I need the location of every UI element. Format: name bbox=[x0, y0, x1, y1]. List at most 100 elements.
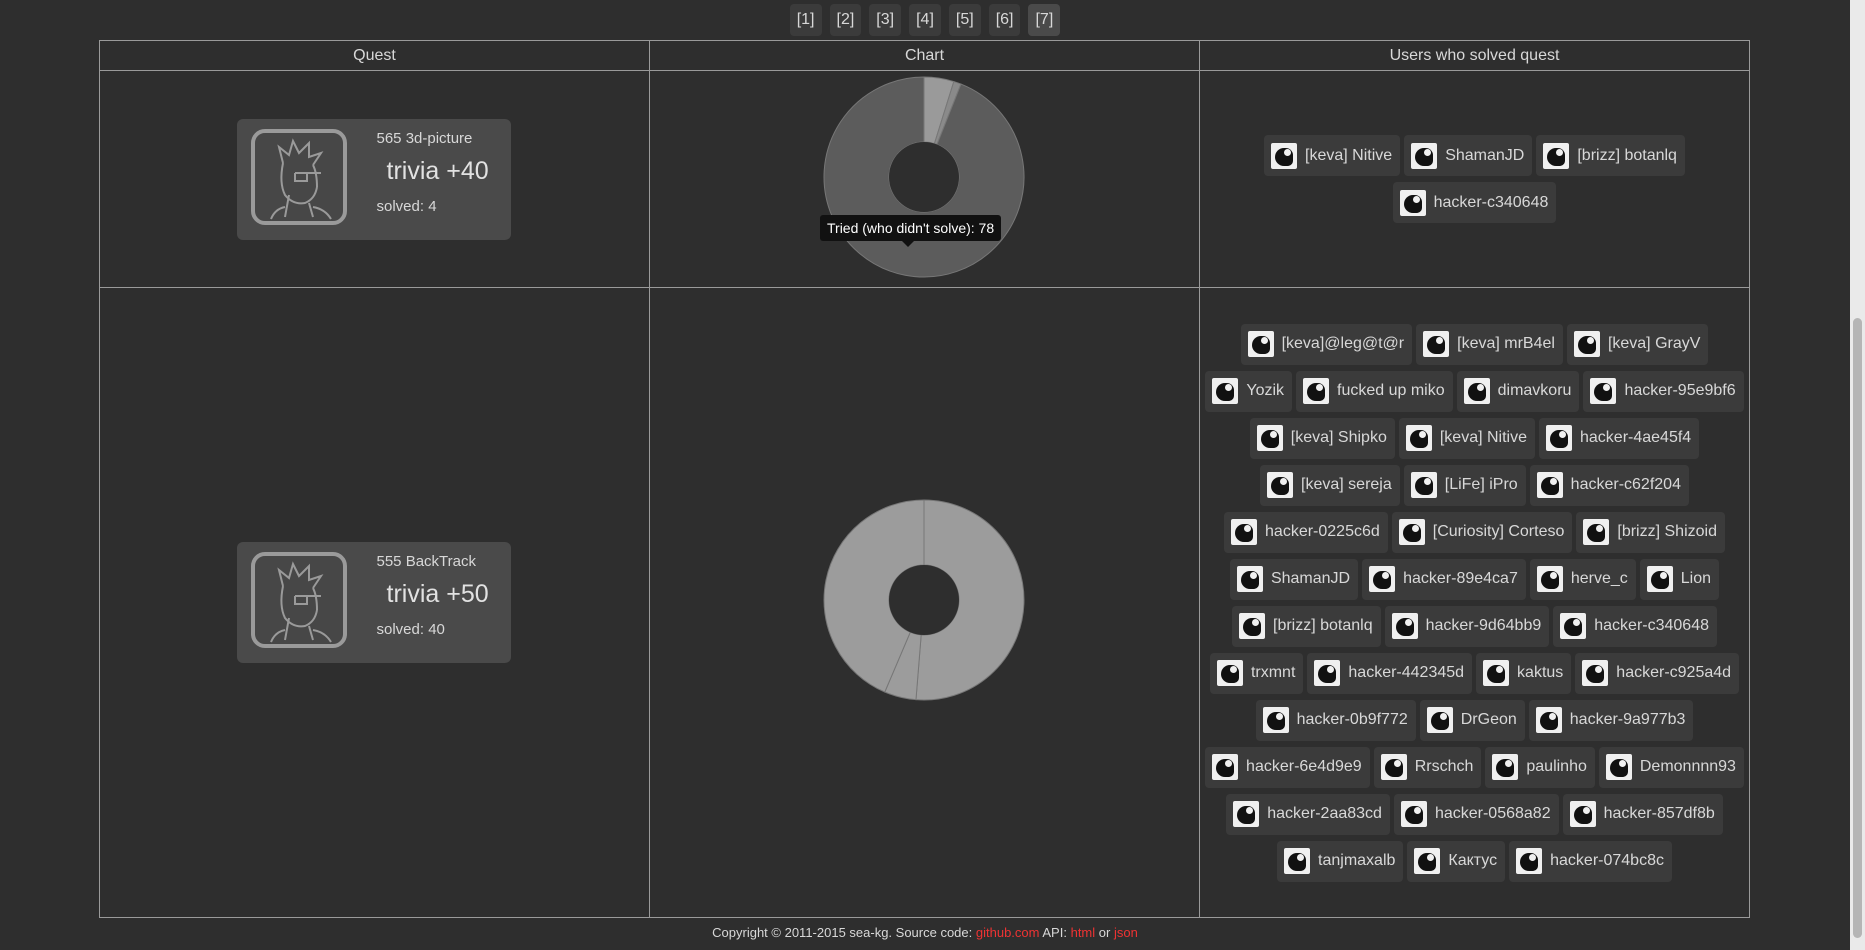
user-badge[interactable]: hacker-857df8b bbox=[1562, 793, 1723, 835]
user-avatar-icon bbox=[1536, 472, 1563, 498]
user-badge[interactable]: DrGeon bbox=[1419, 699, 1525, 741]
user-avatar-icon bbox=[1535, 707, 1562, 733]
user-avatar-icon bbox=[1405, 425, 1432, 451]
quest-donut-chart[interactable] bbox=[650, 288, 1199, 912]
user-badge[interactable]: paulinho bbox=[1485, 746, 1595, 788]
user-badge[interactable]: [brizz] Shizoid bbox=[1576, 511, 1725, 553]
user-avatar-icon bbox=[1560, 613, 1587, 639]
github-link[interactable]: github.com bbox=[976, 925, 1040, 940]
user-name: hacker-89e4ca7 bbox=[1403, 570, 1518, 587]
page-link[interactable]: [1] bbox=[789, 4, 822, 36]
user-badge[interactable]: hacker-9a977b3 bbox=[1528, 699, 1694, 741]
quest-score: trivia +40 bbox=[386, 156, 489, 185]
page-link[interactable]: [3] bbox=[869, 4, 902, 36]
user-badge[interactable]: ShamanJD bbox=[1404, 135, 1533, 176]
user-avatar-icon bbox=[1411, 142, 1438, 169]
user-name: [LiFe] iPro bbox=[1444, 476, 1518, 493]
user-avatar-icon bbox=[1426, 707, 1453, 733]
quest-name: 555 BackTrack bbox=[376, 553, 477, 570]
user-avatar-icon bbox=[1543, 142, 1570, 169]
user-badge[interactable]: hacker-c62f204 bbox=[1529, 464, 1689, 506]
user-name: hacker-4ae45f4 bbox=[1580, 429, 1692, 446]
user-badge[interactable]: [Curiosity] Corteso bbox=[1391, 511, 1573, 553]
user-name: Demonnnn93 bbox=[1639, 758, 1736, 775]
user-badge[interactable]: hacker-2aa83cd bbox=[1226, 793, 1390, 835]
page-link[interactable]: [7] bbox=[1028, 4, 1061, 36]
page-link[interactable]: [5] bbox=[948, 4, 981, 36]
page-link[interactable]: [4] bbox=[909, 4, 941, 36]
user-name: hacker-0568a82 bbox=[1434, 805, 1551, 822]
header-users: Users who solved quest bbox=[1199, 40, 1750, 71]
user-badge[interactable]: hacker-442345d bbox=[1307, 652, 1473, 694]
user-name: Кактус bbox=[1448, 852, 1498, 869]
user-badge[interactable]: Кактус bbox=[1407, 840, 1506, 882]
page-link[interactable]: [6] bbox=[988, 4, 1021, 36]
scrollbar-thumb[interactable] bbox=[1853, 318, 1862, 938]
user-name: [brizz] botanlq bbox=[1273, 617, 1373, 634]
user-badge[interactable]: [LiFe] iPro bbox=[1403, 464, 1526, 506]
user-badge[interactable]: hacker-6e4d9e9 bbox=[1205, 746, 1370, 788]
quest-table: Quest Chart Users who solved quest 565 3… bbox=[99, 40, 1750, 918]
user-badge[interactable]: hacker-95e9bf6 bbox=[1583, 370, 1744, 412]
user-badge[interactable]: tanjmaxalb bbox=[1277, 840, 1404, 882]
user-avatar-icon bbox=[1247, 331, 1274, 357]
user-badge[interactable]: hacker-4ae45f4 bbox=[1539, 417, 1700, 459]
user-badge[interactable]: trxmnt bbox=[1209, 652, 1304, 694]
user-badge[interactable]: [keva] Nitive bbox=[1398, 417, 1535, 459]
quest-card[interactable]: 565 3d-picture trivia +40 solved: 4 bbox=[236, 118, 511, 240]
user-badge[interactable]: hacker-0568a82 bbox=[1393, 793, 1559, 835]
user-badge[interactable]: hacker-0225c6d bbox=[1224, 511, 1388, 553]
user-badge[interactable]: hacker-c340648 bbox=[1392, 182, 1557, 223]
user-badge[interactable]: hacker-c340648 bbox=[1553, 605, 1717, 647]
user-name: [keva] Nitive bbox=[1439, 429, 1527, 446]
quest-cell: 555 BackTrack trivia +50 solved: 40 bbox=[99, 287, 650, 918]
user-avatar-icon bbox=[1646, 566, 1673, 592]
user-badge[interactable]: [brizz] botanlq bbox=[1536, 135, 1685, 176]
user-badge[interactable]: hacker-9d64bb9 bbox=[1384, 605, 1550, 647]
user-name: [keva] GrayV bbox=[1607, 335, 1701, 352]
user-avatar-icon bbox=[1414, 848, 1441, 874]
user-badge[interactable]: [keva] Shipko bbox=[1249, 417, 1395, 459]
user-badge[interactable]: Yozik bbox=[1205, 370, 1293, 412]
quest-avatar-icon bbox=[250, 552, 347, 648]
user-name: hacker-95e9bf6 bbox=[1624, 382, 1736, 399]
user-badge[interactable]: Lion bbox=[1639, 558, 1720, 600]
user-name: hacker-442345d bbox=[1348, 664, 1465, 681]
user-badge[interactable]: [keva]@leg@t@r bbox=[1240, 323, 1413, 365]
quest-donut-chart[interactable] bbox=[650, 71, 1199, 282]
user-name: trxmnt bbox=[1250, 664, 1296, 681]
user-badge[interactable]: ShamanJD bbox=[1229, 558, 1359, 600]
page-scrollbar[interactable] bbox=[1850, 0, 1865, 950]
user-name: hacker-6e4d9e9 bbox=[1246, 758, 1362, 775]
user-name: hacker-c62f204 bbox=[1570, 476, 1681, 493]
user-badge[interactable]: [keva] GrayV bbox=[1566, 323, 1709, 365]
user-badge[interactable]: fucked up miko bbox=[1296, 370, 1453, 412]
user-avatar-icon bbox=[1236, 566, 1263, 592]
user-avatar-icon bbox=[1483, 660, 1510, 686]
user-name: Yozik bbox=[1246, 382, 1285, 399]
user-badge[interactable]: Demonnnn93 bbox=[1598, 746, 1744, 788]
quest-row: 555 BackTrack trivia +50 solved: 40 [kev… bbox=[99, 287, 1750, 918]
api-html-link[interactable]: html bbox=[1071, 925, 1096, 940]
user-badge[interactable]: hacker-89e4ca7 bbox=[1362, 558, 1526, 600]
user-name: Rrschch bbox=[1414, 758, 1474, 775]
user-badge[interactable]: [keva] sereja bbox=[1260, 464, 1400, 506]
user-name: hacker-c340648 bbox=[1433, 193, 1549, 211]
user-badge[interactable]: [keva] Nitive bbox=[1264, 135, 1401, 176]
user-badge[interactable]: hacker-0b9f772 bbox=[1255, 699, 1416, 741]
api-json-link[interactable]: json bbox=[1114, 925, 1138, 940]
user-badge[interactable]: hacker-074bc8c bbox=[1509, 840, 1672, 882]
user-avatar-icon bbox=[1605, 754, 1632, 780]
user-badge[interactable]: herve_c bbox=[1529, 558, 1636, 600]
user-badge[interactable]: dimavkoru bbox=[1456, 370, 1580, 412]
user-badge[interactable]: [keva] mrB4el bbox=[1416, 323, 1563, 365]
user-name: [brizz] botanlq bbox=[1577, 146, 1677, 164]
quest-card[interactable]: 555 BackTrack trivia +50 solved: 40 bbox=[236, 542, 511, 663]
user-name: [Curiosity] Corteso bbox=[1432, 523, 1565, 540]
user-badge[interactable]: Rrschch bbox=[1373, 746, 1482, 788]
page-link[interactable]: [2] bbox=[829, 4, 862, 36]
user-badge[interactable]: kaktus bbox=[1476, 652, 1572, 694]
user-avatar-icon bbox=[1492, 754, 1519, 780]
user-badge[interactable]: hacker-c925a4d bbox=[1575, 652, 1740, 694]
user-badge[interactable]: [brizz] botanlq bbox=[1232, 605, 1381, 647]
